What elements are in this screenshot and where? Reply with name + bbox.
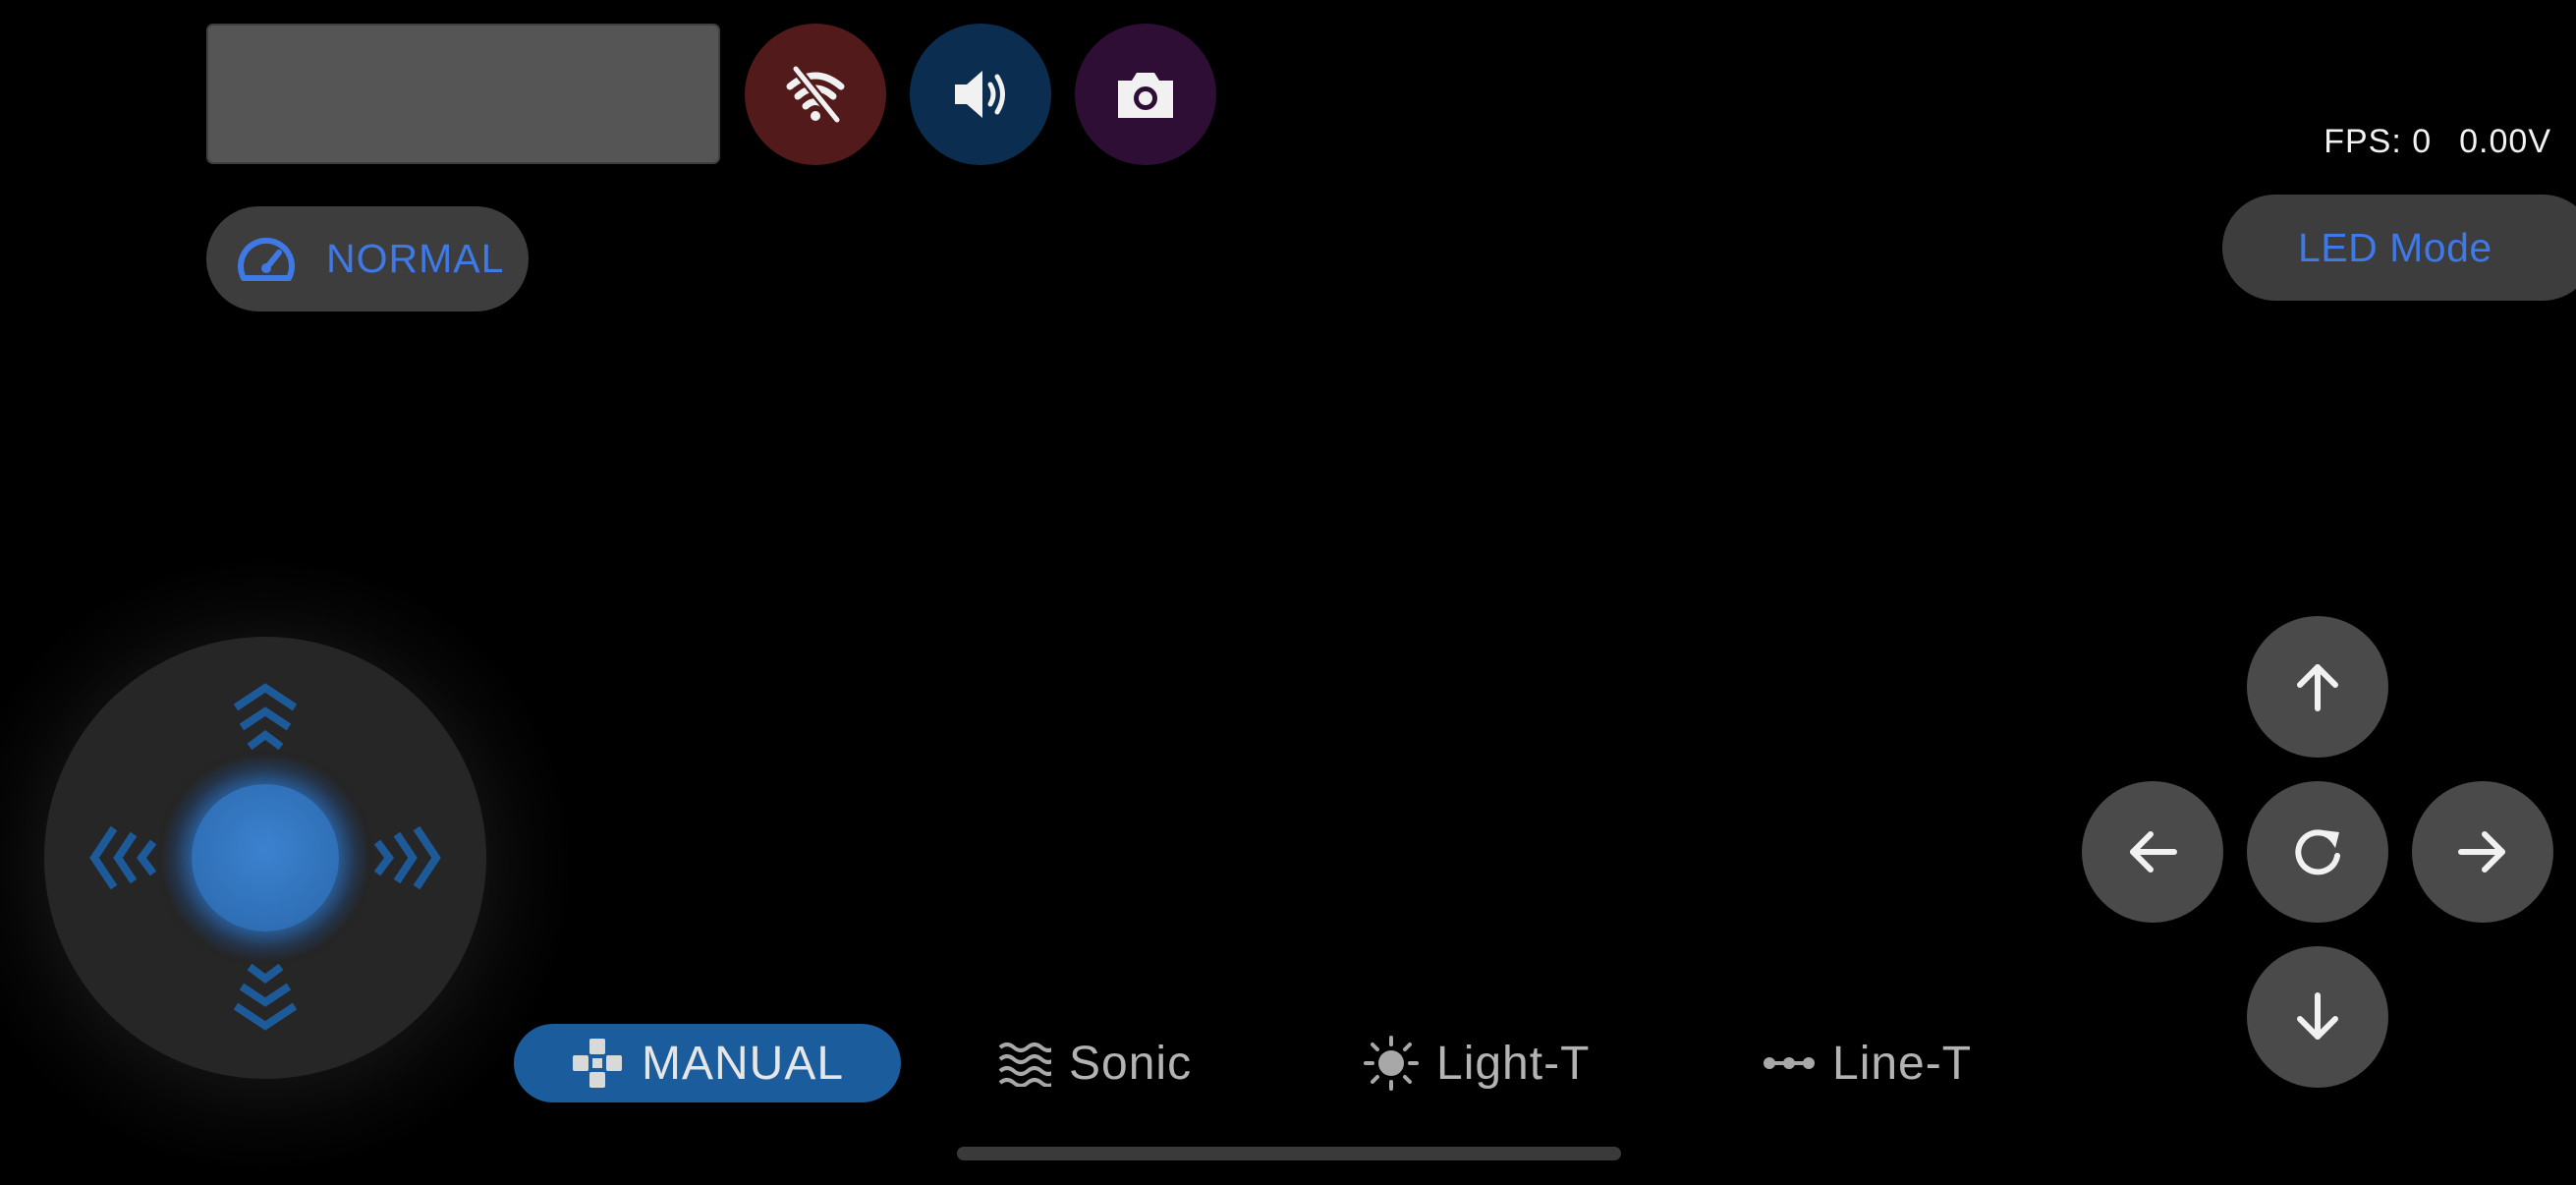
tab-manual-label: MANUAL xyxy=(642,1037,845,1090)
arrow-up-icon xyxy=(2297,664,2338,711)
speedometer-icon xyxy=(238,237,295,281)
voltage-label: 0.00V xyxy=(2459,123,2551,160)
wifi-button[interactable] xyxy=(745,24,886,165)
arrow-right-icon xyxy=(2458,831,2505,873)
sun-icon xyxy=(1364,1036,1419,1091)
tab-manual[interactable]: MANUAL xyxy=(514,1024,901,1102)
fps-label: FPS: 0 xyxy=(2324,123,2433,160)
tab-light-label: Light-T xyxy=(1436,1037,1591,1090)
sound-button[interactable] xyxy=(910,24,1051,165)
joystick-right-chevrons-icon xyxy=(373,825,441,890)
joystick-down-chevrons-icon xyxy=(233,963,298,1031)
speaker-icon xyxy=(955,71,1005,118)
tab-sonic-label: Sonic xyxy=(1069,1037,1193,1090)
home-indicator xyxy=(957,1147,1621,1160)
line-dots-icon xyxy=(1764,1053,1815,1073)
status-readout: FPS: 0 0.00V xyxy=(2324,123,2551,161)
joystick-left-chevrons-icon xyxy=(89,825,157,890)
dpad-down-button[interactable] xyxy=(2247,946,2388,1088)
arrow-down-icon xyxy=(2297,992,2338,1040)
tab-light-tracking[interactable]: Light-T xyxy=(1364,1024,1590,1102)
camera-icon xyxy=(1118,73,1173,118)
led-mode-button[interactable]: LED Mode xyxy=(2222,195,2576,301)
dpad-rotate-button[interactable] xyxy=(2247,781,2388,923)
video-preview xyxy=(206,24,720,164)
speed-mode-label: NORMAL xyxy=(326,236,505,281)
rotate-icon xyxy=(2295,829,2340,875)
speed-mode-button[interactable]: NORMAL xyxy=(206,206,529,311)
arrow-left-icon xyxy=(2130,831,2177,873)
wifi-off-icon xyxy=(786,65,845,124)
joystick-knob[interactable] xyxy=(192,784,339,931)
dpad-left-button[interactable] xyxy=(2082,781,2223,923)
waves-icon xyxy=(998,1040,1051,1087)
camera-button[interactable] xyxy=(1075,24,1216,165)
gamepad-icon xyxy=(571,1037,624,1090)
dpad-up-button[interactable] xyxy=(2247,616,2388,758)
tab-line-label: Line-T xyxy=(1832,1037,1973,1090)
led-mode-label: LED Mode xyxy=(2298,224,2492,270)
joystick-up-chevrons-icon xyxy=(233,683,298,751)
dpad-right-button[interactable] xyxy=(2412,781,2553,923)
tab-sonic[interactable]: Sonic xyxy=(998,1024,1192,1102)
tab-line-tracking[interactable]: Line-T xyxy=(1764,1024,1972,1102)
